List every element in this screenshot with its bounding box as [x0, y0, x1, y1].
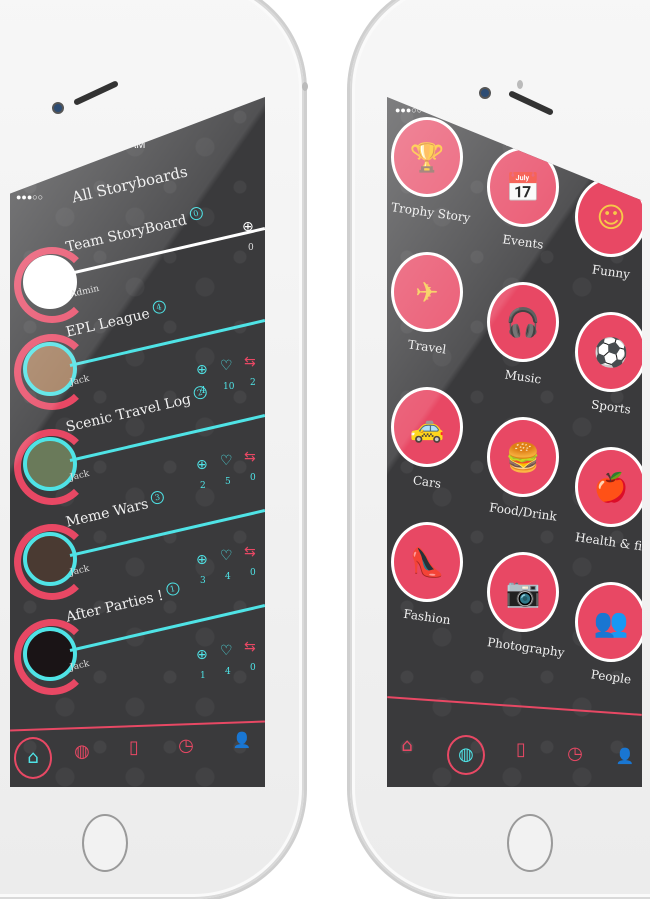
heart-icon[interactable]: ♡ [220, 548, 233, 564]
status-time: 9:00 AM [505, 137, 546, 149]
shares-count: 2 [250, 378, 256, 388]
shares-count: 0 [250, 663, 256, 673]
nav-profile-icon[interactable]: 👤 [613, 747, 637, 765]
storyboard-row[interactable]: After Parties ! 1 Jack ⊕ ♡ ⇆ 1 4 0 [10, 581, 265, 695]
category-tile[interactable]: ✈ Travel [391, 252, 463, 357]
battery-status: 100% [190, 105, 219, 117]
category-icon: 📷 [487, 552, 559, 632]
category-tile[interactable]: 🎧 Music [487, 282, 559, 386]
share-icon[interactable]: ⇆ [244, 449, 256, 465]
category-tile[interactable]: 📷 Photography [486, 552, 565, 660]
shares-count: 0 [250, 568, 256, 578]
category-icon: 🚕 [391, 387, 463, 467]
add-count: 0 [248, 243, 254, 253]
likes-count: 5 [225, 477, 231, 487]
bottom-nav: ⌂ ◍ ▯ ◷ 👤 [387, 727, 642, 787]
nav-globe-icon[interactable]: ◍ [70, 741, 94, 762]
earpiece-speaker [507, 90, 555, 116]
count-badge: 4 [151, 299, 167, 315]
likes-count: 10 [223, 382, 235, 392]
category-tile[interactable]: ⚽ Sports [575, 312, 642, 417]
heart-icon[interactable]: ♡ [220, 643, 233, 659]
category-icon: 📅 [487, 147, 559, 227]
storyboard-row[interactable]: Scenic Travel Log 2 Jack ⊕ ♡ ⇆ 2 5 0 [10, 384, 265, 505]
proximity-sensor [517, 80, 523, 89]
shares-count: 0 [250, 473, 256, 483]
front-camera [479, 87, 491, 99]
count-badge: 0 [188, 205, 204, 222]
category-icon: 🍔 [487, 417, 559, 497]
front-camera [52, 102, 64, 114]
category-icon: ☺ [575, 177, 642, 257]
nav-clock-icon[interactable]: ◷ [563, 743, 587, 764]
category-tile[interactable]: 🍔 Food/Drink [487, 417, 559, 524]
category-tile[interactable]: 👠 Fashion [391, 522, 463, 627]
add-count: 3 [200, 576, 206, 586]
home-button[interactable] [507, 814, 553, 872]
category-icon: ⚽ [575, 312, 642, 392]
category-tile[interactable]: 🍎 Health & fitnes [574, 447, 642, 557]
storyboard-row[interactable]: Meme Wars 3 Jack ⊕ ♡ ⇆ 3 4 0 [10, 489, 265, 600]
add-count: 1 [200, 671, 206, 681]
nav-globe-icon[interactable]: ◍ [447, 735, 485, 775]
count-badge: 3 [149, 489, 166, 506]
share-icon[interactable]: ⇆ [244, 354, 256, 370]
nav-clock-icon[interactable]: ◷ [174, 735, 198, 756]
share-icon[interactable]: ⇆ [244, 544, 256, 560]
signal-status: ●●●○○ [16, 192, 44, 202]
add-icon[interactable]: ⊕ [242, 219, 254, 235]
proximity-sensor [302, 82, 308, 91]
storyboard-row[interactable]: Team StoryBoard 0 Admin ⊕ 0 [10, 205, 265, 323]
nav-phone-icon[interactable]: ▯ [122, 737, 146, 758]
bottom-nav: ⌂ ◍ ▯ ◷ 👤 [10, 727, 265, 787]
category-icon: 🍎 [575, 447, 642, 527]
count-badge: 1 [164, 581, 181, 597]
user-avatar [23, 627, 77, 681]
team-logo-avatar [23, 255, 77, 309]
right-phone: ●●●○○ 9:00 AM 100% 🏆 Trophy Story 📅 Events ☺… [350, 0, 650, 899]
nav-home-icon[interactable]: ⌂ [395, 735, 419, 756]
category-icon: ✈ [391, 252, 463, 332]
category-icon: 👠 [391, 522, 463, 602]
category-tile[interactable]: 🏆 Trophy Story [390, 117, 471, 225]
nav-profile-icon[interactable]: 👤 [230, 731, 254, 749]
user-avatar [23, 342, 77, 396]
add-icon[interactable]: ⊕ [196, 362, 208, 378]
nav-home-icon[interactable]: ⌂ [14, 737, 52, 779]
category-tile[interactable]: 🚕 Cars [391, 387, 463, 491]
add-icon[interactable]: ⊕ [196, 647, 208, 663]
storyboard-row[interactable]: EPL League 4 Jack ⊕ ♡ ⇆ 4 10 2 [10, 299, 265, 410]
share-icon[interactable]: ⇆ [244, 639, 256, 655]
likes-count: 4 [225, 572, 231, 582]
heart-icon[interactable]: ♡ [220, 453, 233, 469]
add-icon[interactable]: ⊕ [196, 552, 208, 568]
user-avatar [23, 437, 77, 491]
category-icon: 🎧 [487, 282, 559, 362]
add-icon[interactable]: ⊕ [196, 457, 208, 473]
category-tile[interactable]: 📅 Events [487, 147, 559, 252]
home-button[interactable] [82, 814, 128, 872]
count-badge: 2 [192, 384, 208, 401]
categories-screen: ●●●○○ 9:00 AM 100% 🏆 Trophy Story 📅 Events ☺… [387, 97, 642, 787]
left-phone: 100% 9:00 AM ●●●○○ All Storyboards Team … [0, 0, 308, 899]
add-count: 2 [200, 481, 206, 491]
category-tile[interactable]: 👥 People [575, 582, 642, 687]
user-avatar [23, 532, 77, 586]
category-tile[interactable]: ☺ Funny [575, 177, 642, 282]
category-icon: 👥 [575, 582, 642, 662]
heart-icon[interactable]: ♡ [220, 358, 233, 374]
status-time: 9:00 AM [105, 139, 146, 151]
likes-count: 4 [225, 667, 231, 677]
storyboards-screen: 100% 9:00 AM ●●●○○ All Storyboards Team … [10, 97, 265, 787]
category-icon: 🏆 [391, 117, 463, 197]
nav-phone-icon[interactable]: ▯ [509, 739, 533, 760]
signal-status: ●●●○○ [395, 105, 423, 115]
earpiece-speaker [72, 80, 120, 106]
